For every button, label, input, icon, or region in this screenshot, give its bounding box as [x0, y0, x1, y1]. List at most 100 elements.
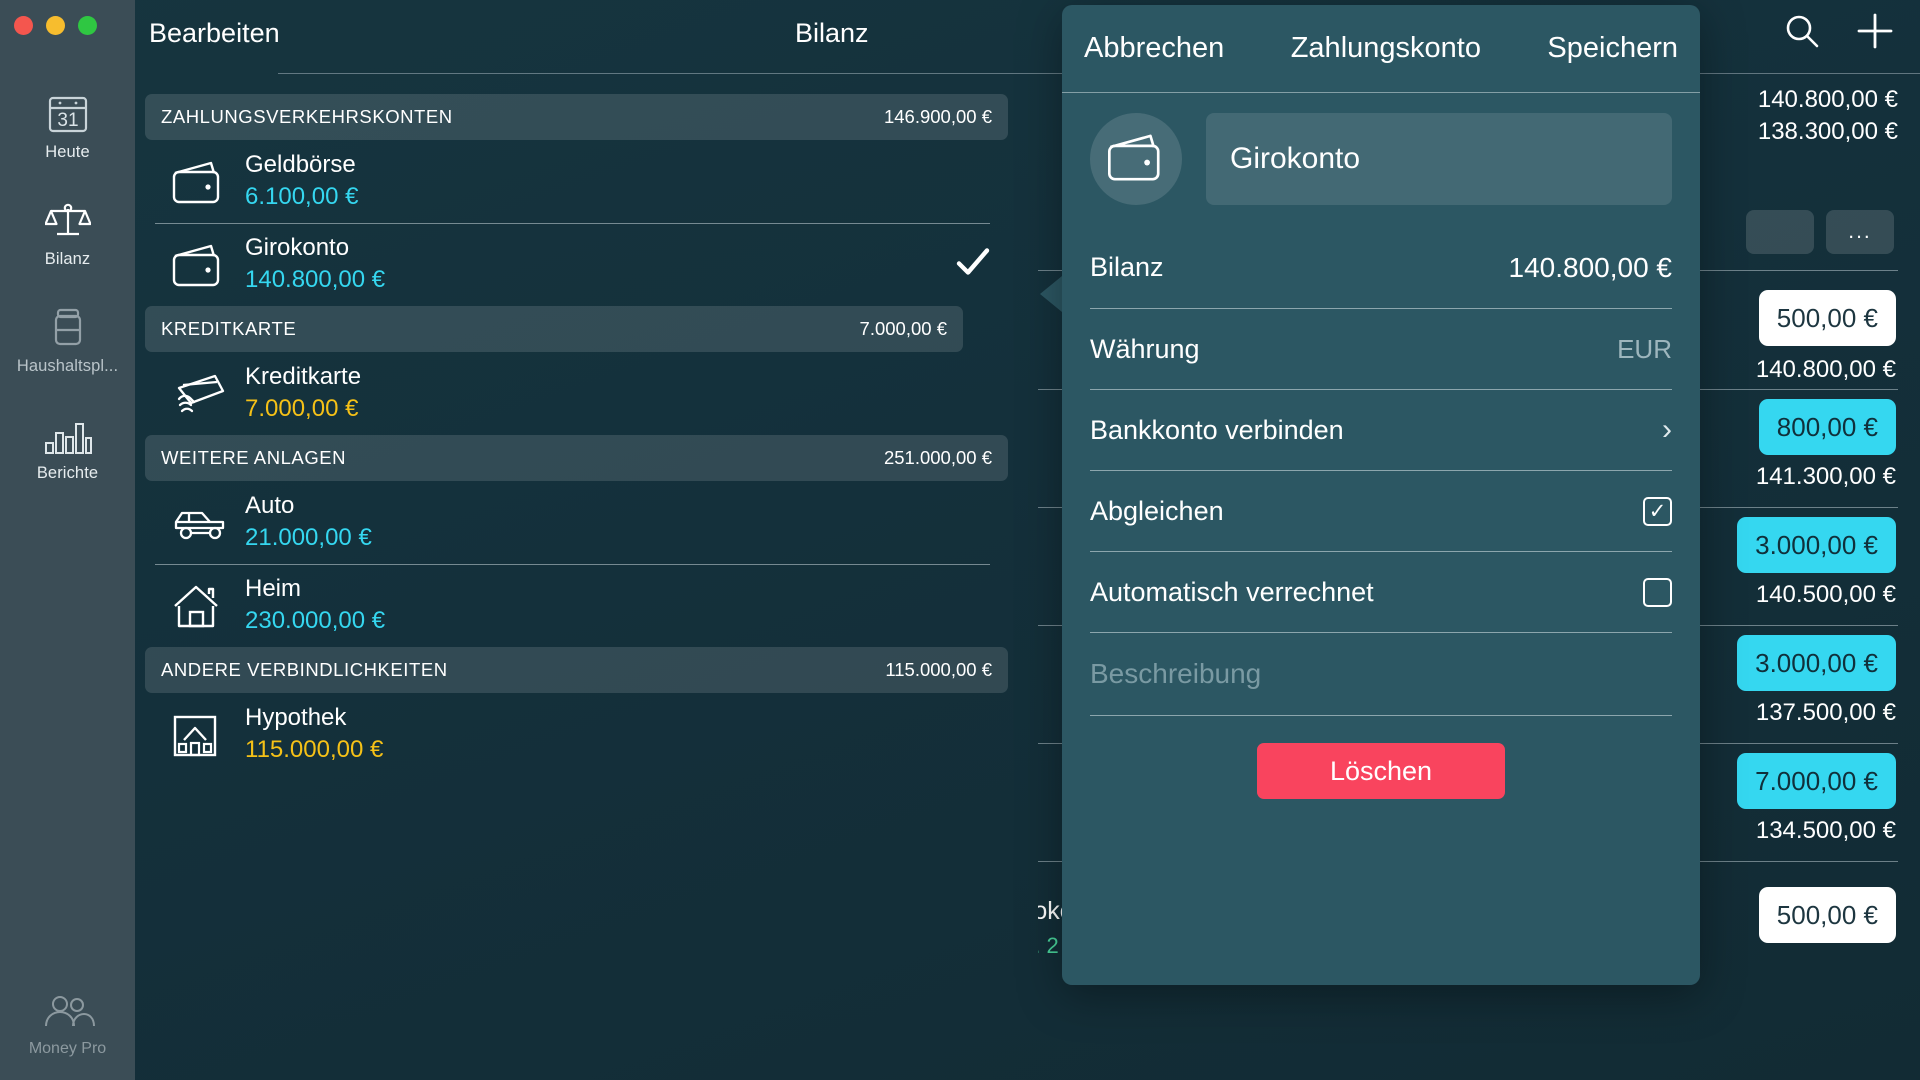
sidebar-item-haushaltsplan[interactable]: Haushaltspl... [0, 293, 135, 386]
account-text: Hypothek 115.000,00 € [245, 704, 383, 766]
account-amount: 7.000,00 € [245, 395, 359, 423]
popover-row-bilanz[interactable]: Bilanz 140.800,00 € [1090, 227, 1672, 308]
account-row-kreditkarte[interactable]: Kreditkarte 7.000,00 € [145, 352, 1038, 435]
account-edit-popover: Abbrechen Zahlungskonto Speichern Giroko… [1062, 5, 1700, 985]
pane-buttons: ... [1746, 210, 1894, 254]
account-text: Heim 230.000,00 € [245, 575, 385, 637]
automatisch-verrechnet-checkbox[interactable] [1643, 577, 1672, 607]
group-title: KREDITKARTE [161, 318, 297, 339]
account-group-header[interactable]: ZAHLUNGSVERKEHRSKONTEN 146.900,00 € [145, 94, 1008, 140]
account-amount: 140.800,00 € [245, 266, 386, 294]
search-icon[interactable] [1784, 13, 1820, 54]
row-label: Bankkonto verbinden [1090, 414, 1344, 445]
account-group-header[interactable]: WEITERE ANLAGEN 251.000,00 € [145, 435, 1008, 481]
money-pro-window: 31 Heute Bilanz Haushaltspl... Berichte … [0, 0, 1920, 1080]
sidebar-item-label: Heute [45, 143, 90, 161]
group-total: 7.000,00 € [859, 318, 947, 339]
account-row-girokonto[interactable]: Girokonto 140.800,00 € [145, 223, 1038, 306]
house-icon [171, 582, 233, 630]
checkmark-icon: ✓ [1648, 499, 1667, 523]
sidebar-item-heute[interactable]: 31 Heute [0, 79, 135, 172]
transaction-amount-pill[interactable]: 3.000,00 € [1737, 635, 1896, 691]
popover-row-abgleichen[interactable]: Abgleichen ✓ [1090, 470, 1672, 551]
group-total: 251.000,00 € [883, 447, 992, 468]
row-label: Abgleichen [1090, 495, 1224, 526]
credit-card-hand-icon [171, 371, 233, 417]
account-text: Kreditkarte 7.000,00 € [245, 363, 361, 425]
account-name-input[interactable]: Girokonto [1206, 113, 1672, 205]
account-amount: 230.000,00 € [245, 607, 386, 635]
edit-button[interactable]: Bearbeiten [143, 14, 286, 53]
minimize-window-button[interactable] [46, 16, 65, 35]
account-name: Girokonto [245, 233, 350, 261]
briefcase-icon [48, 306, 88, 348]
transaction-amount-pill[interactable]: 500,00 € [1758, 887, 1896, 943]
popover-row-automatisch-verrechnet[interactable]: Automatisch verrechnet [1090, 551, 1672, 632]
account-text: Girokonto 140.800,00 € [245, 234, 385, 296]
brand-footer: Money Pro [0, 995, 135, 1058]
account-row-hypothek[interactable]: Hypothek 115.000,00 € [145, 693, 1038, 776]
chevron-right-icon: › [1662, 413, 1672, 446]
account-row-auto[interactable]: Auto 21.000,00 € [145, 481, 1038, 564]
transaction-subtitle: Obj. 2 [1038, 933, 1059, 958]
wallet-icon [171, 242, 233, 288]
row-value: 140.800,00 € [1508, 251, 1673, 283]
account-amount: 21.000,00 € [245, 524, 372, 552]
transaction-amount-pill[interactable]: 800,00 € [1758, 399, 1896, 455]
sidebar-item-label: Bilanz [44, 250, 91, 268]
popover-identity: Girokonto [1062, 93, 1700, 227]
brand-label: Money Pro [28, 1040, 107, 1057]
account-icon-picker[interactable] [1090, 113, 1182, 205]
popover-title: Zahlungskonto [1290, 32, 1481, 64]
group-title: WEITERE ANLAGEN [161, 447, 347, 468]
transaction-amount-pill[interactable]: 3.000,00 € [1737, 517, 1896, 573]
account-row-geldboerse[interactable]: Geldbörse 6.100,00 € [145, 140, 1038, 223]
cancel-button[interactable]: Abbrechen [1084, 32, 1224, 65]
abgleichen-checkbox[interactable]: ✓ [1643, 496, 1672, 526]
row-label: Automatisch verrechnet [1090, 576, 1374, 607]
account-group-header[interactable]: KREDITKARTE 7.000,00 € [145, 306, 963, 352]
account-name: Heim [245, 574, 302, 602]
summary-value: 138.300,00 € [1757, 117, 1898, 145]
calendar-31-icon: 31 [47, 92, 89, 134]
mortgage-house-icon [171, 711, 233, 759]
popover-row-bankkonto-verbinden[interactable]: Bankkonto verbinden › [1090, 389, 1672, 470]
popover-row-waehrung[interactable]: Währung EUR [1090, 308, 1672, 389]
group-title: ZAHLUNGSVERKEHRSKONTEN [161, 106, 453, 127]
transaction-amount-pill[interactable]: 500,00 € [1758, 290, 1896, 346]
pane-summary: 140.800,00 € 138.300,00 € [1758, 84, 1898, 148]
account-text: Auto 21.000,00 € [245, 492, 372, 554]
sidebar-item-label: Berichte [36, 464, 99, 482]
delete-area: Löschen [1062, 743, 1700, 799]
bar-chart-icon [44, 413, 92, 455]
sidebar: 31 Heute Bilanz Haushaltspl... Berichte … [0, 0, 135, 1080]
checkmark-icon [956, 247, 990, 282]
row-label: Währung [1090, 333, 1200, 364]
group-title: ANDERE VERBINDLICHKEITEN [161, 659, 448, 680]
close-window-button[interactable] [14, 16, 33, 35]
description-input[interactable]: Beschreibung [1090, 632, 1672, 716]
delete-button[interactable]: Löschen [1257, 743, 1505, 799]
zoom-window-button[interactable] [78, 16, 97, 35]
plus-icon[interactable] [1856, 12, 1894, 55]
account-row-heim[interactable]: Heim 230.000,00 € [145, 564, 1038, 647]
sidebar-item-label: Haushaltspl... [16, 357, 119, 375]
account-name: Geldbörse [245, 150, 356, 178]
running-balance: 140.800,00 € [1755, 356, 1896, 383]
more-options-button[interactable]: ... [1826, 210, 1894, 254]
page-title: Bilanz [795, 18, 869, 48]
row-label: Bilanz [1090, 252, 1164, 282]
accounts-list: ZAHLUNGSVERKEHRSKONTEN 146.900,00 € Geld… [135, 74, 1038, 1080]
running-balance: 134.500,00 € [1755, 817, 1896, 844]
sidebar-item-bilanz[interactable]: Bilanz [0, 186, 135, 279]
secondary-button[interactable] [1746, 210, 1814, 254]
transaction-amount-pill[interactable]: 7.000,00 € [1737, 753, 1896, 809]
summary-value: 140.800,00 € [1757, 86, 1898, 113]
running-balance: 141.300,00 € [1755, 463, 1896, 490]
save-button[interactable]: Speichern [1547, 32, 1678, 65]
window-traffic-lights [14, 16, 97, 35]
sidebar-item-berichte[interactable]: Berichte [0, 400, 135, 493]
account-amount: 115.000,00 € [245, 736, 384, 764]
account-group-header[interactable]: ANDERE VERBINDLICHKEITEN 115.000,00 € [145, 647, 1008, 693]
account-text: Geldbörse 6.100,00 € [245, 151, 358, 213]
